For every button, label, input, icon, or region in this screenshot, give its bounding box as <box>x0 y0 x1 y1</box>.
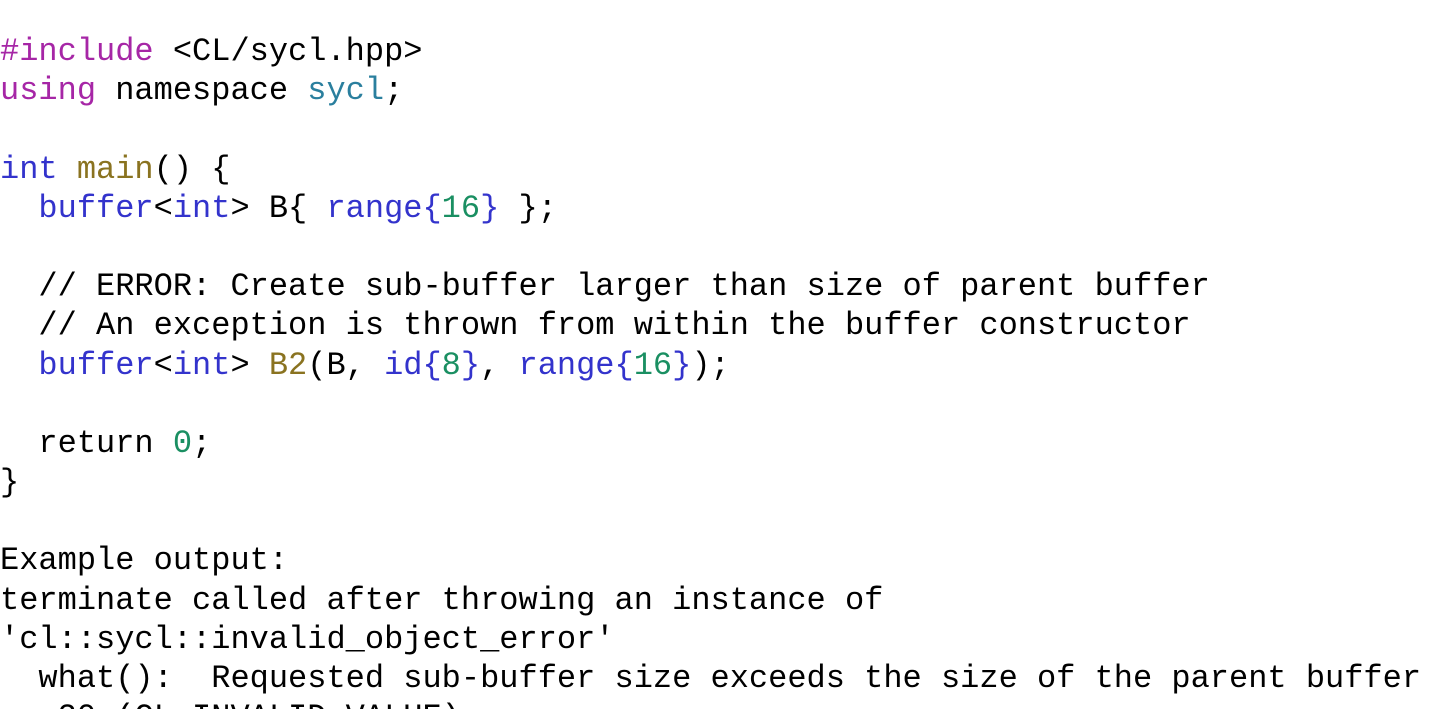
code-token-comment: // An exception is thrown from within th… <box>38 307 1191 345</box>
code-token-number: 8 <box>441 346 461 384</box>
code-token-plain: ; <box>192 424 212 462</box>
code-line-6: // ERROR: Create sub-buffer larger than … <box>0 267 1429 306</box>
code-token-type: int <box>0 150 58 188</box>
code-token-plain: (B, <box>307 346 385 384</box>
code-token-class: id{ <box>384 346 442 384</box>
code-token-class: int <box>172 346 231 384</box>
code-token-class: } <box>480 189 500 227</box>
code-token-number: 16 <box>441 189 481 227</box>
code-line-17: -30 (CL_INVALID_VALUE) <box>0 698 1429 709</box>
code-token-plain: () { <box>153 150 231 188</box>
code-token-namespace: sycl <box>307 72 385 110</box>
code-token-plain: > B{ <box>230 189 327 227</box>
code-token-output: 'cl::sycl::invalid_object_error' <box>0 620 615 658</box>
code-line-4: buffer<int> B{ range{16} }; <box>0 189 1429 228</box>
code-line-10: return 0; <box>0 424 1429 463</box>
code-token-plain: < <box>153 189 173 227</box>
code-token-plain: <CL/sycl.hpp> <box>153 33 423 70</box>
code-token-class: range{ <box>326 189 442 227</box>
code-token-number: 16 <box>633 346 673 384</box>
code-line-8: buffer<int> B2(B, id{8}, range{16}); <box>0 346 1429 385</box>
code-line-13: Example output: <box>0 541 1429 580</box>
code-token-output: what(): Requested sub-buffer size exceed… <box>0 660 1422 697</box>
code-token-plain: ; <box>384 72 404 110</box>
code-line-15: 'cl::sycl::invalid_object_error' <box>0 620 1429 659</box>
code-token-plain: } <box>0 464 20 502</box>
code-token-class: } <box>672 346 692 384</box>
code-token-plain: ); <box>691 346 730 384</box>
code-line-16: what(): Requested sub-buffer size exceed… <box>0 659 1429 698</box>
code-token-plain: }; <box>499 189 557 227</box>
code-token-function: main <box>76 150 154 188</box>
code-token-output: Example output: <box>0 542 289 580</box>
code-token-plain: < <box>153 346 173 384</box>
code-token-plain: return <box>0 424 173 462</box>
code-line-1: using namespace sycl; <box>0 71 1429 110</box>
code-token-class: buffer <box>38 346 154 384</box>
code-token-class: buffer <box>38 189 154 227</box>
code-token-plain: namespace <box>96 72 308 110</box>
code-token-plain: > <box>230 346 269 384</box>
code-listing-page: #include <CL/sycl.hpp> using namespace sy… <box>0 0 1429 709</box>
code-token-output: terminate called after throwing an insta… <box>0 581 884 619</box>
code-token-class: int <box>172 189 231 227</box>
code-line-0: #include <CL/sycl.hpp> <box>0 32 1429 71</box>
code-token-comment: // ERROR: Create sub-buffer larger than … <box>38 268 1210 306</box>
code-token-output: -30 (CL_INVALID_VALUE) <box>0 699 460 709</box>
code-token-plain: , <box>480 346 519 384</box>
code-line-3: int main() { <box>0 150 1429 189</box>
code-line-14: terminate called after throwing an insta… <box>0 581 1429 620</box>
code-token-class: } <box>460 346 481 384</box>
code-line-11: } <box>0 463 1429 502</box>
code-token-number: 0 <box>172 424 193 462</box>
code-token-preproc: #include <box>0 33 154 70</box>
source-code-block: #include <CL/sycl.hpp> using namespace sy… <box>0 32 1429 709</box>
code-token-function: B2 <box>268 346 308 384</box>
code-token-keyword: using <box>0 72 97 110</box>
code-line-7: // An exception is thrown from within th… <box>0 306 1429 345</box>
code-token-class: range{ <box>518 346 634 384</box>
